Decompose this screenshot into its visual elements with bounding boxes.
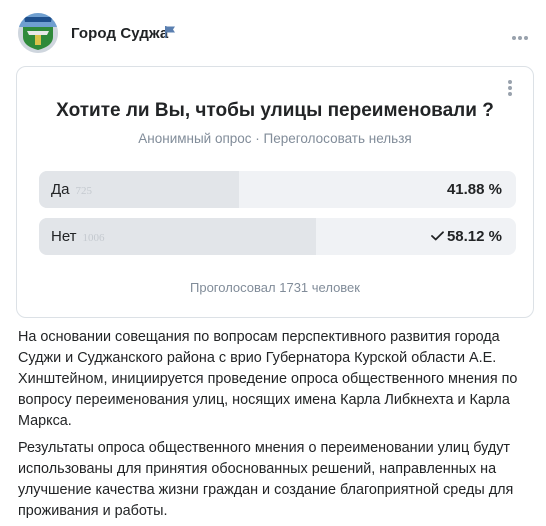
poll-option-no[interactable]: Нет 1006 58.12 % [39,218,516,255]
poll-option-percent: 58.12 % [446,228,502,245]
post-paragraph-2: Результаты опроса общественного мнения о… [18,438,530,522]
poll-card: Хотите ли Вы, чтобы улицы переименовали … [16,66,534,318]
poll-subtitle: Анонимный опрос · Переголосовать нельзя [138,131,412,146]
text-line: использованы для принятия обоснованных р… [18,461,497,477]
poll-option-count: 725 [75,185,93,197]
coat-of-arms-icon [18,13,58,53]
text-line: улучшение качества жизни граждан и созда… [18,482,514,498]
text-line: Хинштейном, инициируется проведение опро… [18,371,518,387]
text-line: вопросу переименования улиц, носящих име… [18,392,510,408]
poll-option-label: Да 725 [51,181,93,198]
post-paragraph-1: На основании совещания по вопросам персп… [18,327,530,432]
poll-option-percent: 41.88 % [446,181,502,198]
poll-title: Хотите ли Вы, чтобы улицы переименовали … [56,100,494,121]
text-line: Результаты опроса общественного мнения о… [18,440,511,456]
community-name[interactable]: Город Суджа [71,25,168,42]
flag-icon [165,26,175,38]
check-icon [431,231,444,241]
community-avatar[interactable] [18,13,58,53]
more-horizontal-icon[interactable] [512,27,532,40]
text-line: На основании совещания по вопросам персп… [18,329,500,345]
text-line: проживания и работы. [18,503,168,519]
post-header: Город Суджа [0,0,546,64]
poll-total-voters[interactable]: Проголосовал 1731 человек [17,280,533,295]
more-vertical-icon[interactable] [507,80,513,98]
poll-option-count: 1006 [82,232,105,244]
poll-option-yes[interactable]: Да 725 41.88 % [39,171,516,208]
text-line: Суджи и Суджанского района с врио Губерн… [18,350,497,366]
text-line: Маркса. [18,413,72,429]
poll-option-label: Нет 1006 [51,228,105,245]
